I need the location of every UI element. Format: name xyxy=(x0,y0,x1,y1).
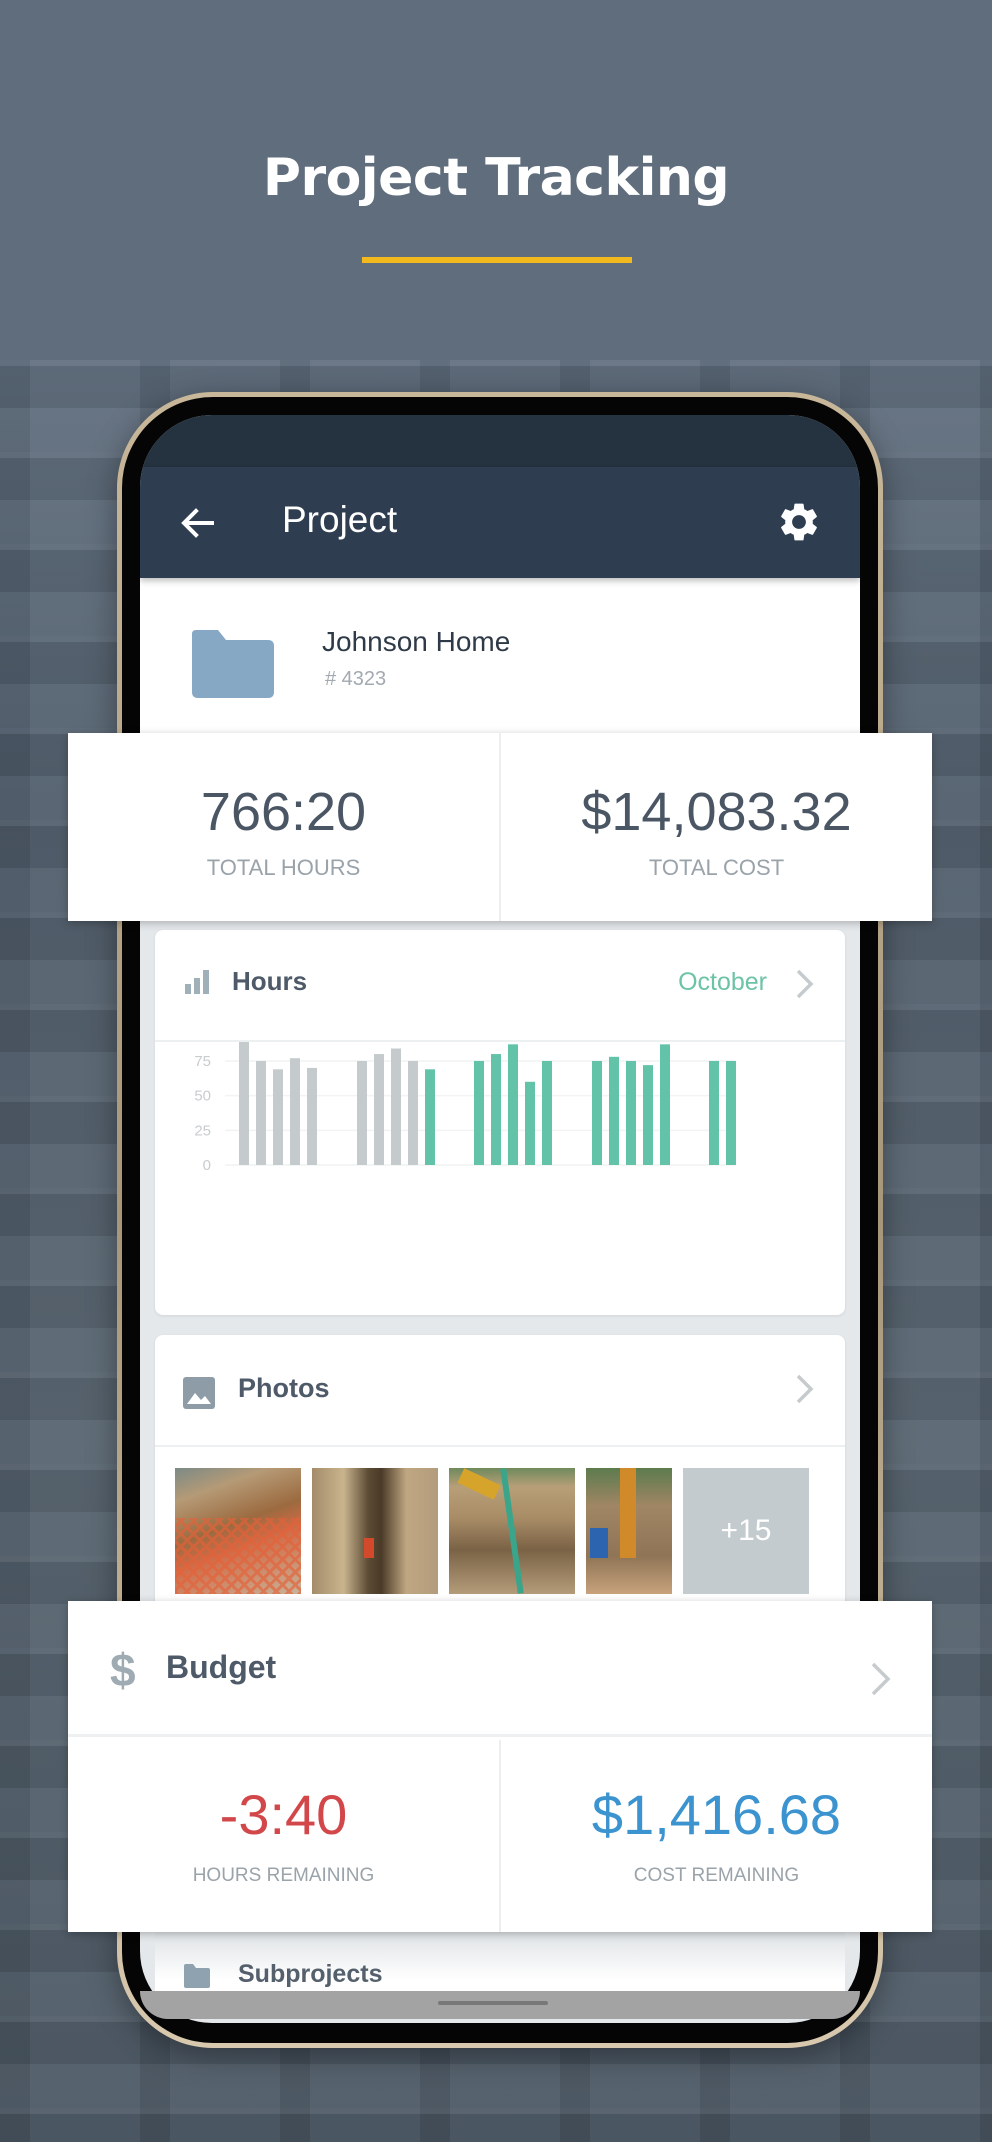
chart-bar xyxy=(307,1067,317,1165)
status-bar xyxy=(140,415,860,467)
photo-thumbnail[interactable] xyxy=(312,1468,438,1594)
more-photos-button[interactable]: +15 xyxy=(683,1468,809,1594)
app-bar: Project xyxy=(140,467,860,578)
gear-icon xyxy=(781,503,817,541)
hero-underline xyxy=(362,257,632,263)
hours-card-header[interactable]: Hours October xyxy=(155,930,845,1042)
hours-remaining-value: -3:40 xyxy=(219,1783,348,1846)
cost-remaining-stat: $1,416.68 COST REMAINING xyxy=(499,1740,932,1932)
photo-thumbnails: +15 xyxy=(175,1468,809,1594)
chevron-right-icon[interactable] xyxy=(870,1661,892,1697)
total-hours-value: 766:20 xyxy=(200,782,367,842)
chevron-right-icon[interactable] xyxy=(795,1373,815,1405)
home-indicator[interactable] xyxy=(438,2001,548,2005)
hours-card: Hours October 0 25 50 75 xyxy=(155,930,845,1315)
totals-card: 766:20 TOTAL HOURS $14,083.32 TOTAL COST xyxy=(68,733,932,921)
chart-bar xyxy=(474,1060,484,1165)
chart-bar xyxy=(525,1081,535,1165)
y-tick-label: 25 xyxy=(194,1122,211,1139)
project-name: Johnson Home xyxy=(322,626,511,657)
chart-bar xyxy=(256,1060,266,1165)
month-selector[interactable]: October xyxy=(678,968,767,997)
photo-thumbnail[interactable] xyxy=(449,1468,575,1594)
photos-card: Photos +15 xyxy=(155,1335,845,1635)
chart-bar xyxy=(660,1044,670,1165)
chart-bar xyxy=(408,1060,418,1165)
chart-bar xyxy=(508,1044,518,1165)
photos-card-header[interactable]: Photos xyxy=(155,1335,845,1447)
cost-remaining-value: $1,416.68 xyxy=(591,1783,842,1846)
folder-icon xyxy=(184,1964,210,1988)
budget-card-title: Budget xyxy=(166,1649,277,1685)
chart-bar xyxy=(391,1048,401,1165)
project-number: # 4323 xyxy=(325,668,387,690)
hero-title: Project Tracking xyxy=(262,148,730,208)
photo-thumbnail[interactable] xyxy=(586,1468,672,1594)
photo-thumbnail[interactable] xyxy=(175,1468,301,1594)
folder-icon xyxy=(192,630,274,698)
budget-card-header[interactable]: $ Budget xyxy=(68,1601,932,1737)
chart-bar xyxy=(626,1060,636,1165)
chart-bar xyxy=(643,1065,653,1165)
budget-card: $ Budget -3:40 HOURS REMAINING $1,416.68… xyxy=(68,1601,932,1932)
photos-card-title: Photos xyxy=(238,1373,330,1403)
image-icon xyxy=(183,1377,215,1409)
chart-bar xyxy=(239,1042,249,1165)
y-tick-label: 75 xyxy=(194,1053,211,1070)
settings-button[interactable] xyxy=(776,499,822,545)
chart-bar xyxy=(609,1056,619,1165)
cost-remaining-label: COST REMAINING xyxy=(633,1865,800,1886)
y-tick-label: 50 xyxy=(194,1088,211,1105)
hours-card-title: Hours xyxy=(232,966,308,996)
arrow-left-icon xyxy=(181,508,214,538)
hours-remaining-stat: -3:40 HOURS REMAINING xyxy=(68,1740,499,1932)
chart-bar xyxy=(273,1069,283,1165)
subprojects-label: Subprojects xyxy=(238,1960,383,1988)
budget-stats: -3:40 HOURS REMAINING $1,416.68 COST REM… xyxy=(68,1740,932,1932)
y-tick-label: 0 xyxy=(203,1157,211,1174)
chart-bar xyxy=(374,1054,384,1165)
chart-bar xyxy=(425,1069,435,1165)
hours-bar-chart: 0 25 50 75 xyxy=(194,1042,736,1174)
bar-chart-icon xyxy=(185,970,209,994)
chart-bar xyxy=(357,1060,367,1165)
chart-bar xyxy=(709,1060,719,1165)
chart-bar xyxy=(491,1054,501,1165)
total-cost-value: $14,083.32 xyxy=(581,782,852,842)
chart-bar xyxy=(726,1060,736,1165)
nav-bar-wrap xyxy=(140,1991,860,2019)
total-hours-label: TOTAL HOURS xyxy=(206,855,361,880)
back-button[interactable] xyxy=(176,501,220,545)
chart-bar xyxy=(542,1060,552,1165)
chart-bar xyxy=(592,1060,602,1165)
dollar-icon: $ xyxy=(110,1644,136,1696)
total-cost-stat: $14,083.32 TOTAL COST xyxy=(499,733,932,921)
total-cost-label: TOTAL COST xyxy=(648,855,785,880)
system-nav-bar xyxy=(140,1991,860,2019)
page-title: Project xyxy=(282,499,398,540)
project-header-card[interactable]: Johnson Home # 4323 xyxy=(140,578,860,738)
chart-bar xyxy=(290,1058,300,1165)
hours-remaining-label: HOURS REMAINING xyxy=(192,1865,375,1886)
chevron-right-icon[interactable] xyxy=(795,968,815,1000)
total-hours-stat: 766:20 TOTAL HOURS xyxy=(68,733,499,921)
